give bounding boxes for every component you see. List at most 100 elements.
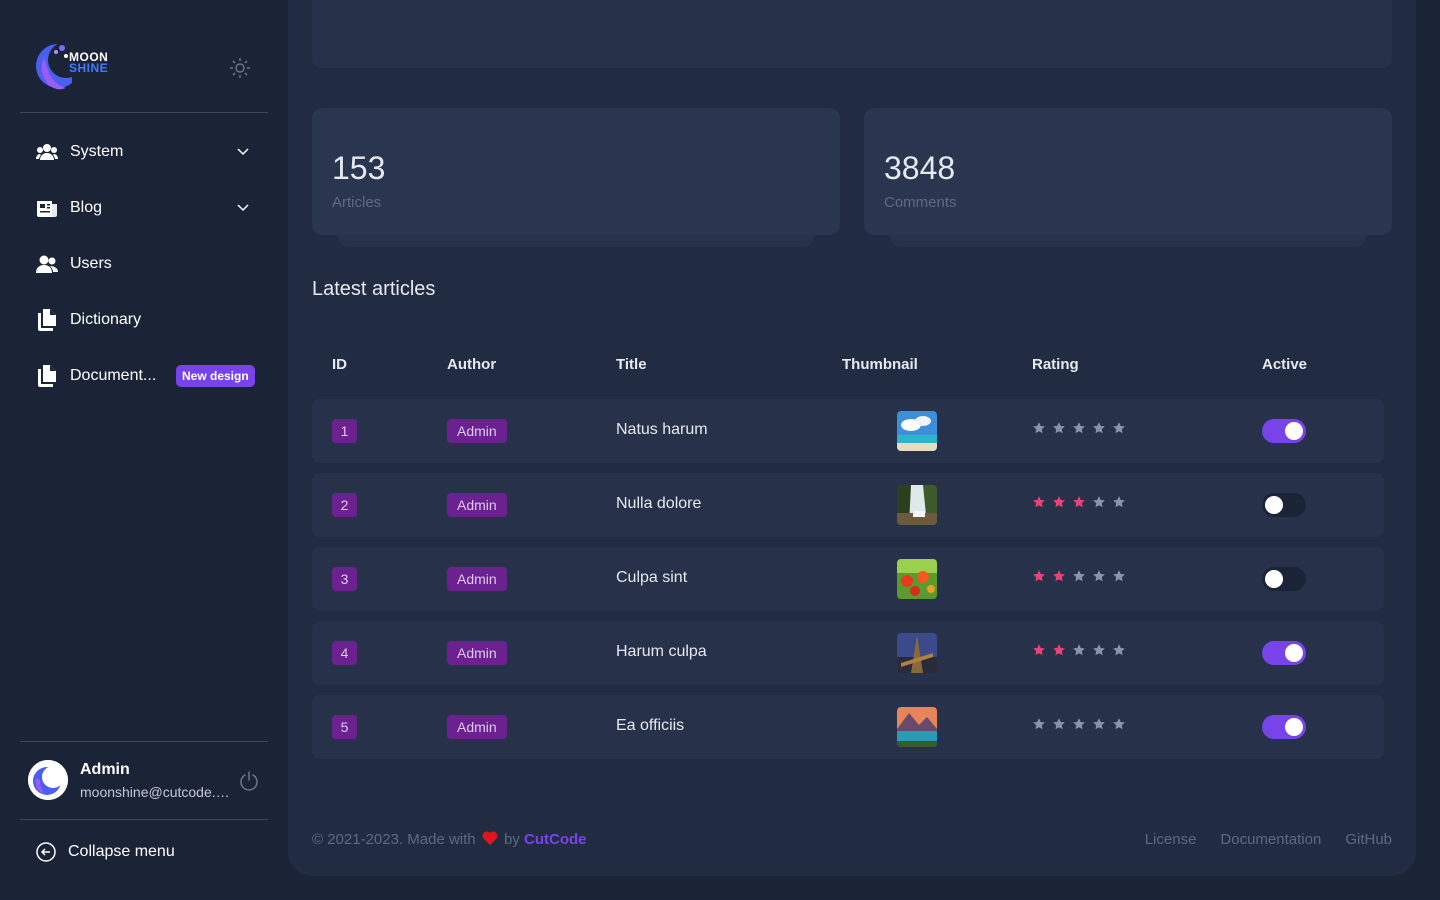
stat-card-articles: 153 Articles — [312, 108, 840, 247]
footer-links: License Documentation GitHub — [1121, 831, 1392, 848]
star-icon — [1033, 570, 1045, 582]
table-row[interactable]: 3 Admin Culpa sint — [312, 547, 1384, 611]
article-title: Harum culpa — [616, 643, 707, 660]
column-header-active: Active — [1262, 356, 1308, 373]
sidebar-item-label: Blog — [70, 199, 103, 216]
active-toggle[interactable] — [1262, 641, 1306, 665]
star-icon — [1053, 644, 1065, 656]
star-icon — [1113, 570, 1125, 582]
cutcode-link[interactable]: CutCode — [524, 831, 587, 848]
id-badge: 1 — [332, 419, 357, 443]
logout-power-icon[interactable] — [238, 770, 260, 792]
footer-link-github[interactable]: GitHub — [1345, 831, 1392, 848]
author-badge: Admin — [447, 715, 507, 739]
star-icon — [1113, 496, 1125, 508]
sidebar-item-system[interactable]: System — [20, 124, 268, 180]
column-header-thumbnail: Thumbnail — [842, 356, 918, 373]
collapse-menu-button[interactable]: Collapse menu — [20, 826, 284, 878]
id-badge: 2 — [332, 493, 357, 517]
moonshine-logo[interactable]: MOON SHINE — [36, 38, 136, 98]
stat-value: 3848 — [884, 150, 956, 186]
star-icon — [1093, 644, 1105, 656]
column-header-title: Title — [616, 356, 647, 373]
id-badge: 4 — [332, 641, 357, 665]
arrow-left-circle-icon — [36, 842, 56, 862]
star-icon — [1033, 644, 1045, 656]
newspaper-icon — [36, 197, 58, 219]
sidebar-item-dictionary[interactable]: Dictionary — [20, 292, 268, 348]
brand-text: MOON SHINE — [69, 51, 108, 74]
theme-toggle-sun-icon[interactable] — [228, 56, 252, 80]
user-profile: Admin moonshine@cutcode.dev — [20, 742, 268, 818]
top-panel — [312, 0, 1392, 68]
star-icon — [1093, 718, 1105, 730]
table-row[interactable]: 4 Admin Harum culpa — [312, 621, 1384, 685]
main-content: 153 Articles 3848 Comments Latest articl… — [288, 0, 1416, 876]
star-icon — [1093, 422, 1105, 434]
heart-icon — [482, 831, 498, 845]
active-toggle[interactable] — [1262, 715, 1306, 739]
chevron-down-icon — [237, 148, 249, 156]
sidebar-item-blog[interactable]: Blog — [20, 180, 268, 236]
star-icon — [1073, 570, 1085, 582]
collapse-menu-label: Collapse menu — [68, 843, 175, 860]
footer: © 2021-2023. Made with by CutCode Licens… — [312, 831, 1392, 851]
moon-logo-icon — [36, 42, 84, 90]
users-icon — [36, 253, 58, 275]
documents-icon — [36, 365, 58, 387]
new-design-badge: New design — [176, 365, 255, 387]
sidebar-menu: System Blog Users Dictionary Document...… — [20, 124, 268, 404]
table-row[interactable]: 5 Admin Ea officiis — [312, 695, 1384, 759]
thumbnail-waterfall[interactable] — [897, 485, 937, 525]
active-toggle[interactable] — [1262, 567, 1306, 591]
sidebar-divider — [20, 819, 268, 820]
star-icon — [1113, 718, 1125, 730]
active-toggle[interactable] — [1262, 419, 1306, 443]
id-badge: 3 — [332, 567, 357, 591]
article-title: Ea officiis — [616, 717, 685, 734]
star-icon — [1033, 422, 1045, 434]
stat-label: Articles — [332, 194, 382, 211]
author-badge: Admin — [447, 419, 507, 443]
table-row[interactable]: 2 Admin Nulla dolore — [312, 473, 1384, 537]
user-email: moonshine@cutcode.dev — [80, 784, 230, 800]
documents-icon — [36, 309, 58, 331]
footer-by: by — [504, 831, 520, 848]
sidebar-item-label: System — [70, 143, 124, 160]
users-group-icon — [36, 141, 58, 163]
thumbnail-eiffel-tower[interactable] — [897, 633, 937, 673]
star-icon — [1053, 422, 1065, 434]
stat-value: 153 — [332, 150, 386, 186]
thumbnail-mountain-lake[interactable] — [897, 707, 937, 747]
column-header-id: ID — [332, 356, 347, 373]
star-icon — [1093, 570, 1105, 582]
thumbnail-flowers[interactable] — [897, 559, 937, 599]
star-icon — [1073, 422, 1085, 434]
user-name: Admin — [80, 761, 130, 778]
sidebar-item-label: Document... — [70, 367, 157, 384]
star-icon — [1113, 422, 1125, 434]
table-header: ID Author Title Thumbnail Rating Active — [312, 356, 1384, 376]
sidebar-item-documents[interactable]: Document... New design — [20, 348, 268, 404]
active-toggle[interactable] — [1262, 493, 1306, 517]
star-icon — [1113, 644, 1125, 656]
thumbnail-beach[interactable] — [897, 411, 937, 451]
sidebar-item-users[interactable]: Users — [20, 236, 268, 292]
author-badge: Admin — [447, 493, 507, 517]
star-icon — [1053, 718, 1065, 730]
star-icon — [1073, 644, 1085, 656]
star-icon — [1073, 496, 1085, 508]
star-icon — [1033, 718, 1045, 730]
star-icon — [1073, 718, 1085, 730]
footer-link-documentation[interactable]: Documentation — [1220, 831, 1321, 848]
avatar[interactable] — [28, 760, 68, 800]
footer-link-license[interactable]: License — [1145, 831, 1197, 848]
sidebar: MOON SHINE System Blog Users Dictionary … — [0, 0, 288, 900]
sidebar-item-label: Users — [70, 255, 112, 272]
section-title: Latest articles — [312, 278, 436, 300]
stat-label: Comments — [884, 194, 957, 211]
column-header-author: Author — [447, 356, 497, 373]
rating-stars — [1032, 643, 1132, 663]
star-icon — [1093, 496, 1105, 508]
table-row[interactable]: 1 Admin Natus harum — [312, 399, 1384, 463]
